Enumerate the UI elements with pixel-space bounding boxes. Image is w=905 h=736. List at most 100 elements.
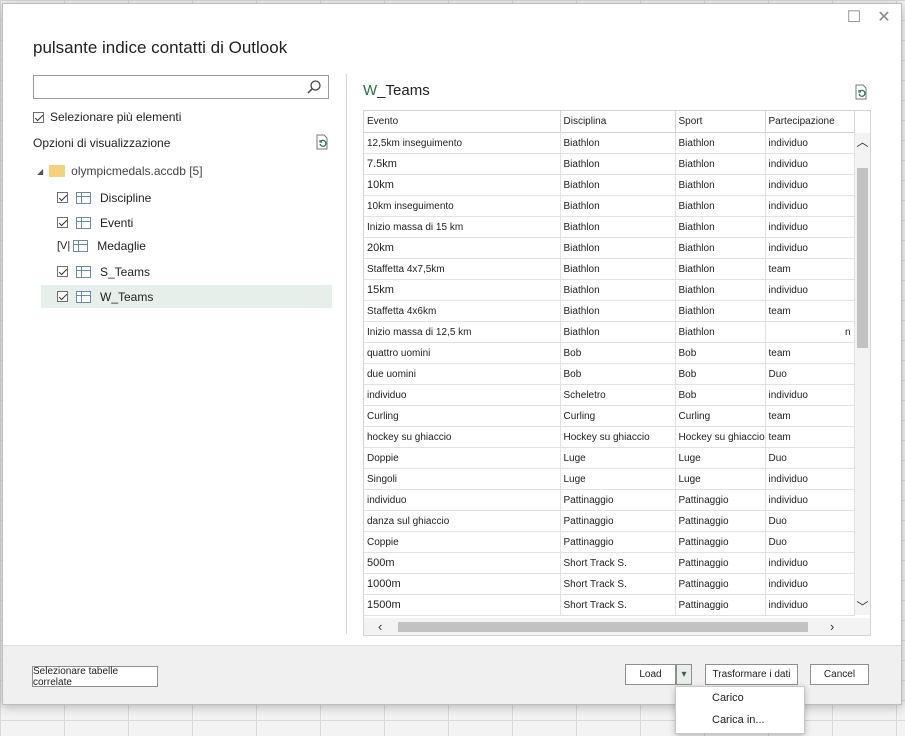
tree-root-database[interactable]: ◢ olympicmedals.accdb [5]: [37, 164, 203, 178]
table-cell: Staffetta 4x7,5km: [364, 258, 561, 280]
table-cell: Biathlon: [560, 321, 676, 343]
table-cell: Biathlon: [675, 300, 766, 322]
table-cell: Singoli: [364, 468, 561, 490]
collapse-triangle-icon[interactable]: ◢: [37, 167, 43, 176]
checkbox-w-teams[interactable]: [57, 291, 68, 302]
table-row[interactable]: Coppie Pattinaggio Pattinaggio Duo: [364, 531, 855, 553]
table-row[interactable]: due uomini Bob Bob Duo: [364, 363, 855, 385]
column-header[interactable]: Partecipazione: [765, 111, 855, 133]
pane-divider[interactable]: [346, 74, 347, 634]
table-row[interactable]: 10km Biathlon Biathlon individuo: [364, 174, 855, 196]
table-cell: individuo: [765, 279, 855, 301]
tree-item-medaglie[interactable]: [V| Medaglie: [41, 234, 332, 257]
vertical-scroll-thumb[interactable]: [857, 168, 868, 348]
table-cell: Short Track S.: [560, 594, 676, 616]
menu-item-load[interactable]: Carico: [676, 687, 804, 709]
table-cell: Pattinaggio: [560, 489, 676, 511]
scroll-right-icon[interactable]: ›: [830, 618, 834, 635]
tree-item-s-teams[interactable]: S_Teams: [41, 260, 332, 283]
horizontal-scroll-thumb[interactable]: [398, 622, 808, 632]
table-row[interactable]: Inizio massa di 15 km Biathlon Biathlon ind…: [364, 216, 855, 238]
checkbox-s-teams[interactable]: [57, 266, 68, 277]
tree-item-w-teams[interactable]: W_Teams: [41, 285, 332, 308]
refresh-icon[interactable]: [314, 134, 330, 150]
table-row[interactable]: individuo Pattinaggio Pattinaggio individuo: [364, 489, 855, 511]
checkbox-discipline[interactable]: [57, 192, 68, 203]
table-row[interactable]: Doppie Luge Luge Duo: [364, 447, 855, 469]
table-icon: [76, 265, 91, 278]
close-icon[interactable]: ✕: [876, 10, 892, 26]
table-row[interactable]: danza sul ghiaccio Pattinaggio Pattinaggio…: [364, 510, 855, 532]
checkbox-medaglie[interactable]: [V|: [57, 240, 70, 252]
table-row[interactable]: quattro uomini Bob Bob team: [364, 342, 855, 364]
tree-item-label: S_Teams: [100, 264, 151, 279]
table-cell: Bob: [675, 384, 766, 406]
table-cell: individuo: [364, 489, 561, 511]
vertical-scrollbar[interactable]: ︿ ﹀: [855, 133, 870, 615]
search-icon[interactable]: [306, 79, 322, 95]
table-cell: Pattinaggio: [675, 594, 766, 616]
table-cell: Curling: [560, 405, 676, 427]
maximize-icon[interactable]: ☐: [846, 10, 862, 26]
table-row[interactable]: 20km Biathlon Biathlon individuo: [364, 237, 855, 259]
table-cell: Biathlon: [560, 237, 676, 259]
table-row[interactable]: Singoli Luge Luge individuo: [364, 468, 855, 490]
select-related-tables-button[interactable]: Selezionare tabelle correlate: [32, 666, 158, 688]
column-header[interactable]: Disciplina: [560, 111, 676, 133]
tree-item-discipline[interactable]: Discipline: [41, 186, 332, 209]
navigator-dialog: pulsante indice contatti di Outlook ☐ ✕ …: [2, 3, 902, 705]
column-header[interactable]: Evento: [364, 111, 561, 133]
table-row[interactable]: 10km inseguimento Biathlon Biathlon individ…: [364, 195, 855, 217]
table-cell: Short Track S.: [560, 552, 676, 574]
table-cell: 10km inseguimento: [364, 195, 561, 217]
display-options-dropdown[interactable]: Opzioni di visualizzazione: [33, 136, 170, 150]
table-cell: Bob: [675, 363, 766, 385]
column-header[interactable]: Sport: [675, 111, 766, 133]
search-input[interactable]: [33, 75, 329, 99]
table-row[interactable]: Staffetta 4x7,5km Biathlon Biathlon team: [364, 258, 855, 280]
table-cell: individuo: [765, 174, 855, 196]
table-row[interactable]: 1000m Short Track S. Pattinaggio individuo: [364, 573, 855, 595]
preview-grid[interactable]: Evento Disciplina Sport Partecipazione 12,5…: [363, 110, 871, 636]
table-icon: [73, 239, 89, 252]
table-row[interactable]: individuo Scheletro Bob individuo: [364, 384, 855, 406]
table-row[interactable]: 500m Short Track S. Pattinaggio individuo: [364, 552, 855, 574]
table-cell: Duo: [765, 510, 855, 532]
table-cell: Biathlon: [675, 237, 766, 259]
table-row[interactable]: Curling Curling Curling team: [364, 405, 855, 427]
cancel-button[interactable]: Cancel: [810, 664, 869, 685]
table-cell: 1500m: [364, 594, 561, 616]
table-cell: Bob: [560, 363, 676, 385]
scroll-left-icon[interactable]: ‹: [378, 618, 382, 635]
table-row[interactable]: 1500m Short Track S. Pattinaggio individuo: [364, 594, 855, 616]
table-cell: Pattinaggio: [675, 531, 766, 553]
table-cell: Coppie: [364, 531, 561, 553]
load-dropdown-chevron-icon[interactable]: ▾: [676, 664, 692, 685]
scroll-down-icon[interactable]: ﹀: [855, 598, 870, 615]
transform-data-button[interactable]: Trasformare i dati: [705, 664, 798, 685]
menu-item-load-to[interactable]: Carica in...: [676, 709, 804, 731]
table-row[interactable]: Inizio massa di 12,5 km Biathlon Biathlon n: [364, 321, 855, 343]
table-row[interactable]: hockey su ghiaccio Hockey su ghiaccio Hock…: [364, 426, 855, 448]
checkbox-eventi[interactable]: [57, 217, 68, 228]
table-cell: 7.5km: [364, 153, 561, 175]
table-cell: Pattinaggio: [675, 552, 766, 574]
preview-refresh-icon[interactable]: [853, 84, 869, 100]
table-cell: Inizio massa di 15 km: [364, 216, 561, 238]
table-cell: Pattinaggio: [675, 510, 766, 532]
table-cell: hockey su ghiaccio: [364, 426, 561, 448]
table-row[interactable]: 15km Biathlon Biathlon individuo: [364, 279, 855, 301]
load-button[interactable]: Load: [625, 664, 676, 685]
table-row[interactable]: Staffetta 4x6km Biathlon Biathlon team: [364, 300, 855, 322]
multi-select-option[interactable]: Selezionare più elementi: [33, 110, 181, 124]
table-row[interactable]: 12,5km inseguimento Biathlon Biathlon indiv…: [364, 132, 855, 154]
tree-item-eventi[interactable]: Eventi: [41, 211, 332, 234]
table-cell: Inizio massa di 12,5 km: [364, 321, 561, 343]
table-cell: Biathlon: [560, 153, 676, 175]
table-cell: individuo: [765, 153, 855, 175]
horizontal-scrollbar[interactable]: ‹ ›: [364, 618, 870, 635]
table-row[interactable]: 7.5km Biathlon Biathlon individuo: [364, 153, 855, 175]
multi-select-checkbox[interactable]: [33, 111, 44, 123]
table-cell: Staffetta 4x6km: [364, 300, 561, 322]
scroll-up-icon[interactable]: ︿: [855, 133, 870, 150]
